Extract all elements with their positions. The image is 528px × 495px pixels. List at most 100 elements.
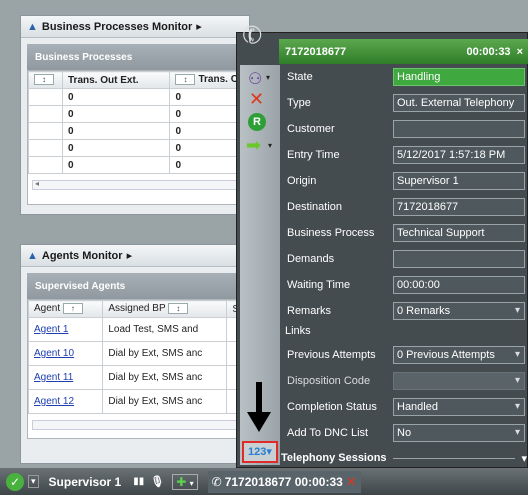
sessions-label: Telephony Sessions xyxy=(281,452,387,464)
field-label: Type xyxy=(287,97,311,109)
annotation-arrow-icon xyxy=(247,382,271,432)
agents-table: Agent ↑ Assigned BP ↕ State Agent 1Load … xyxy=(28,300,242,414)
table-row[interactable]: Agent 11 Dial by Ext, SMS anc xyxy=(28,365,242,390)
agents-monitor-panel: ▲ Agents Monitor ▸ Supervised Agents Age… xyxy=(20,244,250,464)
filter-icon[interactable]: ↕ xyxy=(168,303,189,315)
col-assigned-bp[interactable]: Assigned BP ↕ xyxy=(102,300,228,318)
col-agent[interactable]: Agent ↑ xyxy=(28,300,104,318)
customer-value[interactable] xyxy=(393,120,525,138)
cell: Dial by Ext, SMS anc xyxy=(102,365,228,390)
phone-icon: ✆ xyxy=(238,19,267,53)
field-demands: Demands xyxy=(287,247,525,271)
dropdown-arrow-icon[interactable]: ▾ xyxy=(268,141,272,150)
user-name[interactable]: Supervisor 1 xyxy=(49,475,122,489)
cell: 0 xyxy=(169,122,242,140)
demands-value[interactable] xyxy=(393,250,525,268)
cell: 0 xyxy=(61,139,171,157)
col-label: Trans. Out Ext. xyxy=(68,74,139,86)
horizontal-scrollbar[interactable] xyxy=(32,420,238,430)
previous-attempts-dropdown[interactable]: 0 Previous Attempts xyxy=(393,346,525,364)
col-trans-out-ext[interactable]: Trans. Out Ext. xyxy=(61,71,171,89)
add-call-button[interactable]: ✚ ▾ xyxy=(172,473,198,490)
divider xyxy=(392,457,516,459)
agent-link[interactable]: Agent 12 xyxy=(34,396,74,407)
field-previous-attempts: Previous Attempts 0 Previous Attempts xyxy=(287,343,525,367)
horizontal-scrollbar[interactable]: ◂ xyxy=(32,179,238,190)
table-row[interactable]: 00 xyxy=(28,88,242,106)
transfer-arrow-icon[interactable]: ➡ xyxy=(246,135,261,156)
field-label: Waiting Time xyxy=(287,279,351,291)
call-number: 7172018677 xyxy=(285,45,347,58)
bpm-table: ↕ Trans. Out Ext. ↕ Trans. O 00 00 00 00 … xyxy=(28,71,242,174)
mic-icon[interactable]: 🎙 xyxy=(150,475,164,488)
keypad-button[interactable]: 123▾ xyxy=(242,441,278,463)
record-icon[interactable]: R xyxy=(248,113,266,131)
agent-link[interactable]: Agent 11 xyxy=(34,372,73,383)
hangup-x-icon[interactable]: ✕ xyxy=(249,89,264,110)
bpm-title-bar[interactable]: ▲ Business Processes Monitor ▸ xyxy=(21,16,249,38)
close-icon[interactable]: × xyxy=(517,46,523,58)
entry-time-value: 5/12/2017 1:57:18 PM xyxy=(393,146,525,164)
monitor-icon: ▲ xyxy=(27,20,38,33)
table-row[interactable]: 00 xyxy=(28,105,242,123)
cell: Load Test, SMS and xyxy=(102,317,228,342)
taskbar: ✓ ▾ Supervisor 1 ▮▮ 🎙 ✚ ▾ ✆ 7172018677 0… xyxy=(0,468,528,495)
field-completion-status: Completion Status Handled xyxy=(287,395,525,419)
filter-icon[interactable]: ↕ xyxy=(34,74,54,86)
destination-value: 7172018677 xyxy=(393,198,525,216)
agent-link[interactable]: Agent 10 xyxy=(34,348,74,359)
dropdown-arrow-icon[interactable]: ▾ xyxy=(28,475,39,488)
call-timer: 00:00:33 xyxy=(466,45,511,58)
field-customer: Customer xyxy=(287,117,525,141)
col-label: Trans. O xyxy=(198,74,239,86)
table-row[interactable]: Agent 12 Dial by Ext, SMS anc xyxy=(28,389,242,414)
cell: 0 xyxy=(169,88,242,106)
remarks-dropdown[interactable]: 0 Remarks xyxy=(393,302,525,320)
dnc-dropdown[interactable]: No xyxy=(393,424,525,442)
close-icon[interactable]: ✕ xyxy=(346,474,357,490)
origin-value: Supervisor 1 xyxy=(393,172,525,190)
links-heading: Links xyxy=(285,325,311,337)
cell: 0 xyxy=(61,105,171,123)
keypad-label: 123 xyxy=(248,446,267,458)
agent-link[interactable]: Agent 1 xyxy=(34,324,68,335)
sort-filter-icon[interactable]: ↑ xyxy=(62,303,83,315)
active-call-tab[interactable]: ✆ 7172018677 00:00:33 ✕ xyxy=(207,470,361,493)
chevron-right-icon[interactable]: ▸ xyxy=(127,249,133,262)
cell: 0 xyxy=(61,122,171,140)
call-title-bar[interactable]: 7172018677 00:00:33 × xyxy=(279,39,528,64)
field-add-to-dnc: Add To DNC List No xyxy=(287,421,525,445)
chevron-right-icon[interactable]: ▸ xyxy=(196,20,202,33)
table-row[interactable]: 00 xyxy=(28,156,242,174)
cell: 0 xyxy=(61,88,171,106)
waiting-time-value: 00:00:00 xyxy=(393,276,525,294)
call-detail-window: ✆ 7172018677 00:00:33 × ⚇ ▾ ✕ R ➡ ▾ 123▾… xyxy=(236,20,528,468)
field-entry-time: Entry Time 5/12/2017 1:57:18 PM xyxy=(287,143,525,167)
agm-title-bar[interactable]: ▲ Agents Monitor ▸ xyxy=(21,245,249,267)
status-check-icon[interactable]: ✓ xyxy=(6,472,24,491)
completion-status-dropdown[interactable]: Handled xyxy=(393,398,525,416)
agents-icon[interactable]: ⚇ xyxy=(248,69,262,89)
table-row[interactable]: Agent 10 Dial by Ext, SMS anc xyxy=(28,341,242,366)
bpm-title: Business Processes Monitor xyxy=(41,20,193,33)
disposition-code-dropdown[interactable] xyxy=(393,372,525,390)
table-row[interactable]: Agent 1 Load Test, SMS and xyxy=(28,317,242,342)
filter-cell[interactable]: ↕ xyxy=(28,71,63,89)
signal-icon[interactable]: ▮▮ xyxy=(133,476,144,487)
field-disposition-code: Disposition Code xyxy=(287,369,525,393)
telephony-sessions-bar[interactable]: Telephony Sessions ▾ xyxy=(281,449,527,467)
field-label: Customer xyxy=(287,123,335,135)
cell: Dial by Ext, SMS anc xyxy=(102,341,228,366)
field-business-process: Business Process Technical Support xyxy=(287,221,525,245)
dropdown-arrow-icon[interactable]: ▾ xyxy=(266,73,270,82)
col-trans-o[interactable]: ↕ Trans. O xyxy=(169,71,242,89)
field-label: Business Process xyxy=(287,227,375,239)
table-row[interactable]: 00 xyxy=(28,139,242,157)
table-row[interactable]: 00 xyxy=(28,122,242,140)
col-label: Assigned BP xyxy=(108,303,166,315)
filter-icon[interactable]: ↕ xyxy=(175,74,196,86)
field-label: Add To DNC List xyxy=(287,427,369,439)
scroll-left-icon[interactable]: ◂ xyxy=(35,179,39,188)
field-label: Disposition Code xyxy=(287,375,371,387)
collapse-icon[interactable]: ▾ xyxy=(521,452,527,465)
